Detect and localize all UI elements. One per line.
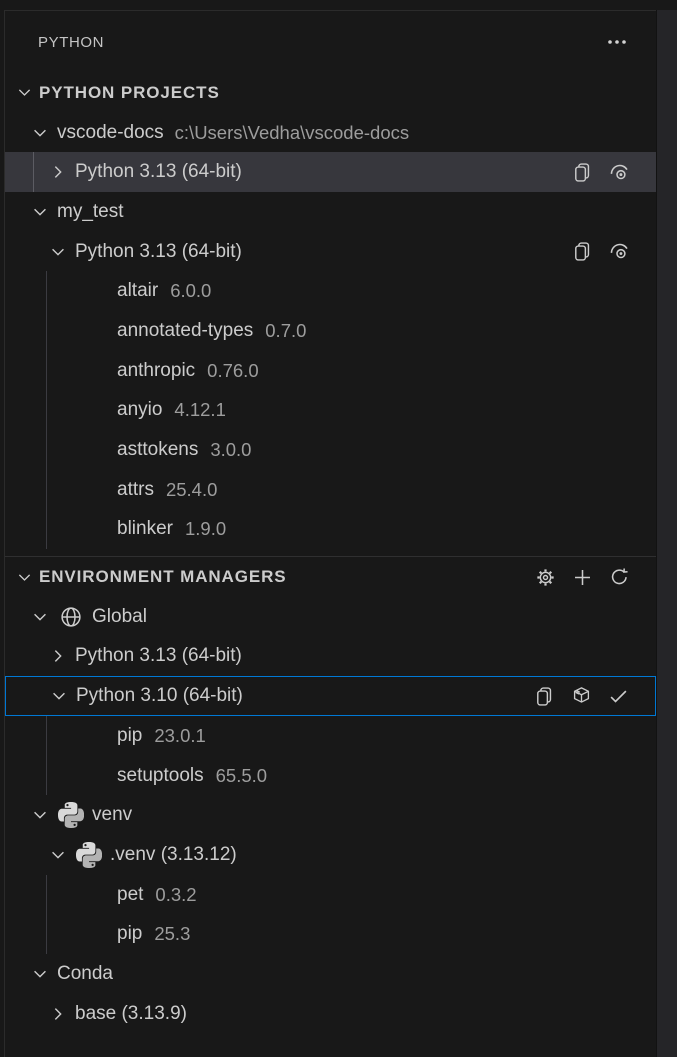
copy-icon[interactable]: [532, 684, 556, 708]
tree-item-label: Global: [92, 606, 147, 628]
tree-row-pet[interactable]: pet 0.3.2: [5, 875, 656, 915]
package-version: 65.5.0: [216, 765, 267, 787]
tree-sections: PYTHON PROJECTS vscode-docs c:\Users\Vedha…: [5, 73, 656, 1034]
chevron-right-icon[interactable]: [46, 160, 70, 184]
python-logo-icon: [75, 841, 103, 869]
globe-icon: [57, 603, 85, 631]
eye-icon[interactable]: [607, 160, 631, 184]
tree-row-asttokens[interactable]: asttokens 3.0.0: [5, 430, 656, 470]
package-version: 25.4.0: [166, 479, 217, 501]
project-path: c:\Users\Vedha\vscode-docs: [175, 122, 409, 144]
tree-row-python-3-13-64-bit[interactable]: Python 3.13 (64-bit): [5, 152, 656, 192]
section-header-environment-managers[interactable]: ENVIRONMENT MANAGERS: [5, 557, 656, 597]
tree-item-label: anthropic: [117, 360, 195, 382]
section-python-projects: PYTHON PROJECTS vscode-docs c:\Users\Vedha…: [5, 73, 656, 549]
tree-row-python-3-10-64-bit[interactable]: Python 3.10 (64-bit): [5, 676, 656, 716]
chevron-down-icon[interactable]: [12, 81, 36, 105]
package-icon[interactable]: [569, 684, 593, 708]
tree-item-label: attrs: [117, 479, 154, 501]
tree-row-anyio[interactable]: anyio 4.12.1: [5, 391, 656, 431]
check-icon[interactable]: [606, 684, 630, 708]
copy-icon[interactable]: [570, 160, 594, 184]
more-actions-icon[interactable]: [605, 30, 629, 54]
tree-row-python-3-13-64-bit[interactable]: Python 3.13 (64-bit): [5, 232, 656, 272]
tree-row-global[interactable]: Global: [5, 597, 656, 637]
tree-item-label: Python 3.13 (64-bit): [75, 241, 242, 263]
chevron-down-icon[interactable]: [46, 240, 70, 264]
panel-header: PYTHON: [5, 11, 656, 73]
scrollbar-gutter: [656, 10, 677, 1057]
tree-item-label: altair: [117, 280, 158, 302]
tree-row-anthropic[interactable]: anthropic 0.76.0: [5, 351, 656, 391]
tree-row-python-3-13-64-bit[interactable]: Python 3.13 (64-bit): [5, 637, 656, 677]
python-logo-icon: [57, 801, 85, 829]
tree-item-label: Python 3.10 (64-bit): [76, 685, 243, 707]
package-version: 4.12.1: [174, 399, 225, 421]
chevron-down-icon[interactable]: [28, 200, 52, 224]
tree-item-label: pet: [117, 884, 143, 906]
tree-item-label: my_test: [57, 201, 124, 223]
tree-item-label: pip: [117, 923, 142, 945]
chevron-right-icon[interactable]: [46, 644, 70, 668]
tree-item-label: asttokens: [117, 439, 198, 461]
tree-row-setuptools[interactable]: setuptools 65.5.0: [5, 756, 656, 796]
tree-item-label: base (3.13.9): [75, 1003, 187, 1025]
package-version: 0.76.0: [207, 360, 258, 382]
tree-row-vscode-docs[interactable]: vscode-docs c:\Users\Vedha\vscode-docs: [5, 113, 656, 153]
tree-item-label: setuptools: [117, 765, 204, 787]
section-header-python-projects[interactable]: PYTHON PROJECTS: [5, 73, 656, 113]
tree-item-label: .venv (3.13.12): [110, 844, 237, 866]
chevron-down-icon[interactable]: [47, 684, 71, 708]
tree-row-blinker[interactable]: blinker 1.9.0: [5, 510, 656, 550]
tree-row-altair[interactable]: altair 6.0.0: [5, 271, 656, 311]
package-version: 1.9.0: [185, 518, 226, 540]
chevron-right-icon[interactable]: [46, 1002, 70, 1026]
tree-row-my-test[interactable]: my_test: [5, 192, 656, 232]
chevron-down-icon[interactable]: [28, 605, 52, 629]
package-version: 23.0.1: [154, 725, 205, 747]
tree-item-label: annotated-types: [117, 320, 253, 342]
tree-item-label: Conda: [57, 963, 113, 985]
chevron-down-icon[interactable]: [28, 962, 52, 986]
tree-row-venv-3-13-12[interactable]: .venv (3.13.12): [5, 835, 656, 875]
panel-title: PYTHON: [38, 34, 104, 51]
tree-item-label: anyio: [117, 399, 162, 421]
tree-row-attrs[interactable]: attrs 25.4.0: [5, 470, 656, 510]
section-environment-managers: ENVIRONMENT MANAGERS Global Python 3.13 (6…: [5, 556, 656, 1033]
gear-icon[interactable]: [533, 565, 557, 589]
tree-row-annotated-types[interactable]: annotated-types 0.7.0: [5, 311, 656, 351]
refresh-icon[interactable]: [607, 565, 631, 589]
python-sidebar-panel: PYTHON PYTHON PROJECTS vscode-docs c:\User…: [0, 0, 677, 1057]
package-version: 3.0.0: [210, 439, 251, 461]
tree-item-label: Python 3.13 (64-bit): [75, 645, 242, 667]
section-title: PYTHON PROJECTS: [39, 83, 220, 103]
panel: PYTHON PYTHON PROJECTS vscode-docs c:\User…: [4, 10, 656, 1057]
chevron-down-icon[interactable]: [12, 565, 36, 589]
tree-item-label: venv: [92, 804, 132, 826]
tree-row-pip[interactable]: pip 23.0.1: [5, 716, 656, 756]
tree-row-base-3-13-9[interactable]: base (3.13.9): [5, 994, 656, 1034]
tree-item-label: Python 3.13 (64-bit): [75, 161, 242, 183]
chevron-down-icon[interactable]: [28, 121, 52, 145]
section-title: ENVIRONMENT MANAGERS: [39, 567, 287, 587]
eye-icon[interactable]: [607, 240, 631, 264]
chevron-down-icon[interactable]: [46, 843, 70, 867]
tree-row-conda[interactable]: Conda: [5, 954, 656, 994]
add-icon[interactable]: [570, 565, 594, 589]
copy-icon[interactable]: [570, 240, 594, 264]
tree-row-venv[interactable]: venv: [5, 795, 656, 835]
package-version: 0.7.0: [265, 320, 306, 342]
tree-row-pip[interactable]: pip 25.3: [5, 914, 656, 954]
package-version: 0.3.2: [155, 884, 196, 906]
package-version: 25.3: [154, 923, 190, 945]
tree-item-label: blinker: [117, 518, 173, 540]
tree-item-label: vscode-docs: [57, 122, 164, 144]
package-version: 6.0.0: [170, 280, 211, 302]
chevron-down-icon[interactable]: [28, 803, 52, 827]
tree-item-label: pip: [117, 725, 142, 747]
